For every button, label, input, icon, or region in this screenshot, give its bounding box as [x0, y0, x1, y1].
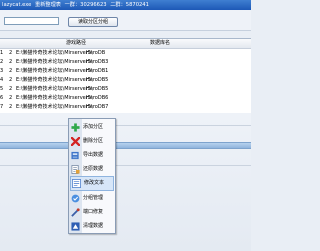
cell-db: HeroDB5 — [86, 86, 109, 92]
menu-item-label: 端口修复 — [83, 209, 104, 215]
table-header: 游戏路径 数据库名 — [0, 39, 251, 49]
menu-item-port-repair[interactable]: 端口修复 — [69, 205, 115, 220]
table-row[interactable]: 3 2 E:\懒猫传奇技术论坛\Mirserver5\ HeroDB1 — [0, 67, 251, 76]
header-db: 数据库名 — [150, 40, 171, 46]
cell-sel: 2 — [9, 50, 13, 56]
table-row[interactable]: 4 2 E:\懒猫传奇技术论坛\Mirserver5\ HeroDB5 — [0, 76, 251, 85]
divider — [0, 125, 251, 126]
path-input[interactable] — [4, 17, 59, 25]
cell-id: 1 — [0, 50, 4, 56]
cell-path: E:\懒猫传奇技术论坛\Mirserver5\ — [16, 59, 93, 65]
menu-item-label: 分组管理 — [83, 195, 104, 201]
window-title: 重新整理表 — [35, 2, 61, 8]
export-icon — [71, 151, 79, 160]
menu-item-label: 导出数据 — [83, 152, 104, 158]
qq-group-1: 一群：30296623 — [64, 2, 107, 8]
plus-icon — [71, 123, 80, 132]
header-path: 游戏路径 — [66, 40, 87, 46]
divider — [0, 165, 251, 166]
cell-sel: 2 — [9, 59, 13, 65]
menu-item-edit-text[interactable]: 修改文本 — [70, 176, 114, 191]
port-repair-icon — [71, 208, 80, 217]
read-partitions-button[interactable]: 读取分区分组 — [68, 17, 118, 27]
cell-id: 3 — [0, 68, 4, 74]
menu-item-label: 清理数据 — [83, 223, 104, 229]
table-row[interactable]: 6 2 E:\懒猫传奇技术论坛\Mirserver5\ HeroDB6 — [0, 94, 251, 103]
delete-icon — [71, 137, 80, 146]
cell-db: HeroDB7 — [86, 104, 109, 110]
window-exe-name: lazycat.exe — [2, 2, 32, 8]
cell-path: E:\懒猫传奇技术论坛\Mirserver5\ — [16, 86, 93, 92]
cell-db: HeroDB — [86, 50, 106, 56]
menu-item-label: 删除分区 — [83, 138, 104, 144]
title-bar: lazycat.exe 重新整理表 一群：30296623 二群：5870241 — [0, 0, 251, 10]
menu-item-label: 还原数据 — [83, 166, 104, 172]
cell-sel: 2 — [9, 86, 13, 92]
cell-sel: 2 — [9, 77, 13, 83]
cell-path: E:\懒猫传奇技术论坛\Mirserver5\ — [16, 68, 93, 74]
cell-db: HeroDB6 — [86, 95, 109, 101]
cell-sel: 2 — [9, 68, 13, 74]
group-icon — [71, 194, 80, 203]
menu-item-restore-data[interactable]: 还原数据 — [69, 162, 115, 177]
lower-panel — [0, 113, 251, 251]
table-row[interactable]: 7 2 E:\懒猫传奇技术论坛\Mirserver5\ HeroDB7 — [0, 103, 251, 112]
menu-item-clean-data[interactable]: 清理数据 — [69, 219, 115, 234]
clean-icon — [71, 222, 80, 231]
menu-item-label: 修改文本 — [84, 180, 105, 186]
cell-db: HeroDB5 — [86, 77, 109, 83]
menu-item-label: 添加分区 — [83, 124, 104, 130]
cell-path: E:\懒猫传奇技术论坛\Mirserver5\ — [16, 50, 93, 56]
restore-icon — [71, 165, 80, 174]
qq-group-2: 二群：5870241 — [110, 2, 149, 8]
cell-id: 6 — [0, 95, 4, 101]
menu-item-add-partition[interactable]: 添加分区 — [69, 120, 115, 135]
cell-path: E:\懒猫传奇技术论坛\Mirserver5\ — [16, 104, 93, 110]
cell-path: E:\懒猫传奇技术论坛\Mirserver5\ — [16, 77, 93, 83]
selected-row[interactable] — [0, 142, 251, 149]
context-menu: 添加分区 删除分区 导出数据 还原数据 修改文本 分组管理 端口修复 清理数据 — [68, 118, 116, 234]
menu-item-export-data[interactable]: 导出数据 — [69, 148, 115, 163]
cell-db: HeroDB1 — [86, 68, 109, 74]
edit-text-icon — [72, 179, 81, 188]
table-row[interactable]: 1 2 E:\懒猫传奇技术论坛\Mirserver5\ HeroDB — [0, 49, 251, 58]
partition-table: 游戏路径 数据库名 1 2 E:\懒猫传奇技术论坛\Mirserver5\ He… — [0, 38, 251, 114]
cell-sel: 2 — [9, 104, 13, 110]
cell-sel: 2 — [9, 95, 13, 101]
cell-id: 2 — [0, 59, 4, 65]
table-row[interactable]: 2 2 E:\懒猫传奇技术论坛\Mirserver5\ HeroDB3 — [0, 58, 251, 67]
cell-path: E:\懒猫传奇技术论坛\Mirserver5\ — [16, 95, 93, 101]
table-row[interactable]: 5 2 E:\懒猫传奇技术论坛\Mirserver5\ HeroDB5 — [0, 85, 251, 94]
menu-item-group-manage[interactable]: 分组管理 — [69, 191, 115, 206]
cell-id: 5 — [0, 86, 4, 92]
cell-id: 4 — [0, 77, 4, 83]
cell-id: 7 — [0, 104, 4, 110]
menu-item-delete-partition[interactable]: 删除分区 — [69, 134, 115, 149]
toolbar — [0, 10, 251, 31]
cell-db: HeroDB3 — [86, 59, 109, 65]
